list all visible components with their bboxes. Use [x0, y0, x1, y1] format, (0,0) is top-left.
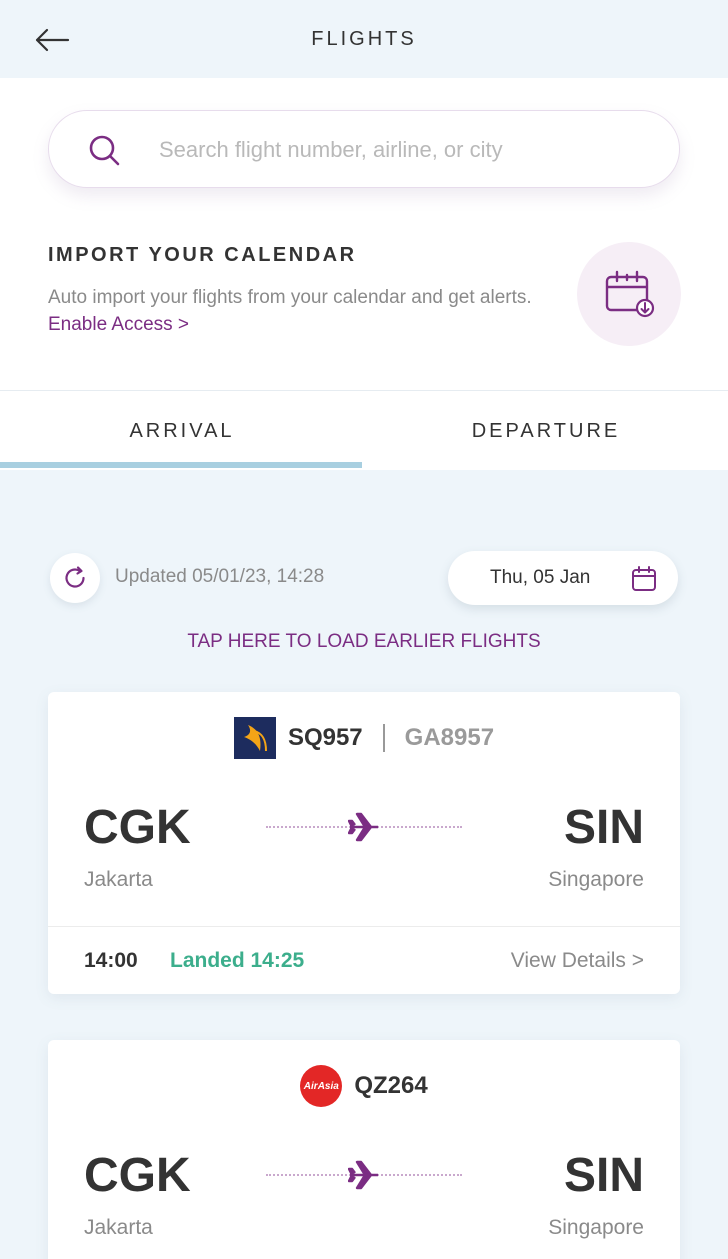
- import-calendar-button[interactable]: [577, 242, 681, 346]
- destination-city: Singapore: [548, 1216, 644, 1239]
- import-calendar-title: IMPORT YOUR CALENDAR: [48, 244, 357, 266]
- search-bar[interactable]: [48, 110, 680, 188]
- tab-departure[interactable]: DEPARTURE: [364, 391, 728, 471]
- calendar-download-icon: [605, 270, 655, 318]
- tab-bar: ARRIVAL DEPARTURE: [0, 390, 728, 470]
- destination-city: Singapore: [548, 868, 644, 891]
- scheduled-time: 14:00: [84, 949, 138, 972]
- flight-header: SQ957 GA8957: [48, 716, 680, 760]
- calendar-icon: [632, 566, 656, 591]
- flight-card[interactable]: SQ957 GA8957 CGK SIN Jakarta Singapore 1…: [48, 692, 680, 994]
- top-panel: IMPORT YOUR CALENDAR Auto import your fl…: [0, 78, 728, 390]
- search-icon: [89, 135, 120, 166]
- app-header: FLIGHTS: [0, 0, 728, 78]
- airplane-icon: [348, 812, 378, 842]
- flight-card[interactable]: AirAsia QZ264 CGK SIN Jakarta Singapore: [48, 1040, 680, 1259]
- date-picker-button[interactable]: Thu, 05 Jan: [448, 551, 678, 605]
- flight-card-footer: 14:00 Landed 14:25 View Details >: [48, 926, 680, 994]
- active-tab-indicator: [0, 462, 362, 468]
- view-details-link[interactable]: View Details >: [511, 949, 644, 973]
- airplane-icon: [348, 1160, 378, 1190]
- tab-arrival[interactable]: ARRIVAL: [0, 391, 364, 471]
- search-input[interactable]: [159, 131, 639, 169]
- last-updated-text: Updated 05/01/23, 14:28: [115, 566, 325, 587]
- import-description-text: Auto import your flights from your calen…: [48, 287, 532, 308]
- origin-city: Jakarta: [84, 1216, 153, 1239]
- load-earlier-flights-link[interactable]: TAP HERE TO LOAD EARLIER FLIGHTS: [0, 631, 728, 653]
- airasia-logo: AirAsia: [300, 1065, 343, 1107]
- enable-access-link[interactable]: Enable Access >: [48, 314, 189, 335]
- destination-code: SIN: [563, 1149, 644, 1202]
- page-title: FLIGHTS: [311, 28, 417, 50]
- import-calendar-description: Auto import your flights from your calen…: [48, 284, 548, 338]
- refresh-button[interactable]: [50, 553, 100, 603]
- refresh-icon: [65, 566, 85, 588]
- flight-status: Landed 14:25: [170, 949, 305, 972]
- origin-code: CGK: [84, 1149, 191, 1202]
- origin-city: Jakarta: [84, 868, 153, 891]
- flight-header: AirAsia QZ264: [48, 1064, 680, 1108]
- flight-number: QZ264: [354, 1072, 428, 1099]
- destination-code: SIN: [563, 801, 644, 854]
- selected-date: Thu, 05 Jan: [490, 567, 591, 588]
- codeshare-number: GA8957: [404, 724, 495, 751]
- divider: [382, 724, 385, 752]
- origin-code: CGK: [84, 801, 191, 854]
- flight-number: SQ957: [287, 724, 363, 751]
- singapore-airlines-logo: [233, 717, 276, 759]
